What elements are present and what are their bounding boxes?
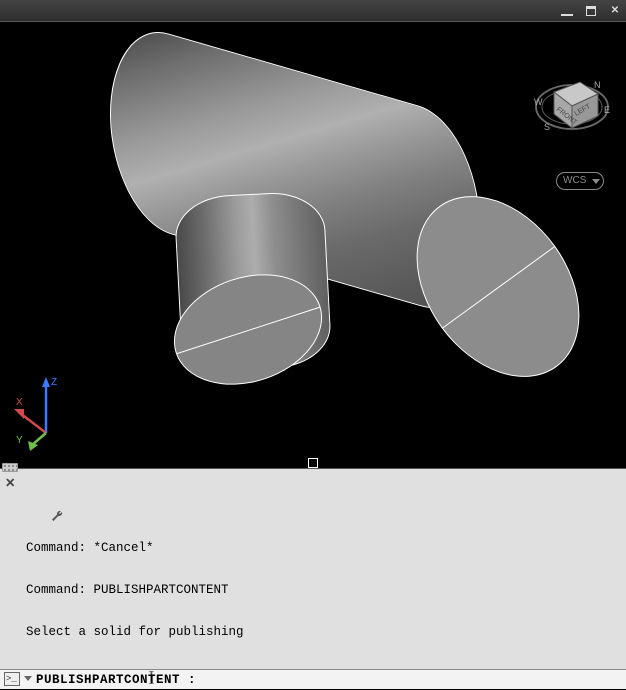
- command-history[interactable]: ✕ Command: *Cancel* Command: PUBLISHPART…: [0, 468, 626, 669]
- wcs-label: WCS: [563, 173, 586, 189]
- compass-w: W: [534, 97, 543, 107]
- minimize-button[interactable]: [560, 4, 574, 18]
- chevron-down-icon: [592, 179, 600, 184]
- close-button[interactable]: [608, 4, 622, 18]
- customize-icon[interactable]: [5, 495, 64, 541]
- command-line[interactable]: >_ PUBLISHPARTCONTENT : I: [0, 669, 626, 689]
- text-cursor-icon: I: [148, 667, 155, 690]
- title-bar: [0, 0, 626, 22]
- restore-button[interactable]: [584, 4, 598, 18]
- compass-n: N: [594, 80, 601, 90]
- command-prompt-text: PUBLISHPARTCONTENT :: [36, 673, 196, 687]
- command-prompt-icon[interactable]: >_: [4, 672, 20, 686]
- wcs-dropdown[interactable]: WCS: [556, 172, 604, 190]
- recent-commands-dropdown-icon[interactable]: [24, 676, 32, 681]
- orbit-pivot-icon: [308, 458, 318, 468]
- solid-tee-cylinder[interactable]: [70, 52, 540, 412]
- ucs-icon[interactable]: Z X Y: [14, 373, 79, 443]
- history-line-2: Select a solid for publishing: [26, 625, 600, 639]
- viewport-3d[interactable]: Z X Y N E S W FRONT LEFT WCS: [0, 22, 626, 468]
- compass-e: E: [604, 105, 610, 115]
- history-line-0: Command: *Cancel*: [26, 541, 600, 555]
- history-line-1: Command: PUBLISHPARTCONTENT: [26, 583, 600, 597]
- ucs-x-label: X: [16, 397, 23, 408]
- close-history-button[interactable]: ✕: [5, 477, 15, 491]
- ucs-y-label: Y: [16, 435, 23, 446]
- viewcube[interactable]: N E S W FRONT LEFT WCS: [532, 52, 612, 172]
- command-panel: ✕ Command: *Cancel* Command: PUBLISHPART…: [0, 468, 626, 540]
- drag-grip-icon[interactable]: [2, 463, 18, 472]
- compass-s: S: [544, 122, 550, 132]
- command-input[interactable]: [249, 673, 299, 687]
- ucs-z-label: Z: [51, 377, 57, 388]
